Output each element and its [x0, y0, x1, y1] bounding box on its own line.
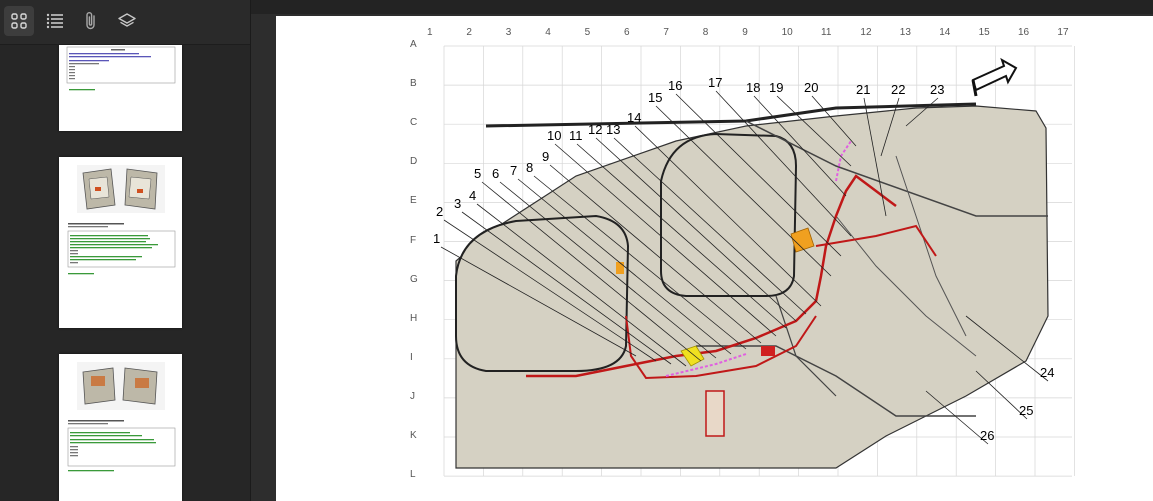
- callout-number: 21: [856, 82, 871, 97]
- callout-number: 18: [746, 80, 761, 95]
- grid-column-label: 5: [584, 27, 591, 38]
- outline-button[interactable]: [40, 6, 70, 36]
- callout-number: 25: [1019, 403, 1034, 418]
- grid-column-label: 2: [466, 27, 472, 38]
- viewer-top-strip: [251, 0, 1153, 14]
- callout-number: 3: [454, 196, 462, 211]
- callout-number: 6: [492, 166, 500, 181]
- grid-row-label: H: [410, 312, 418, 324]
- page-thumbnail-preview: [67, 362, 176, 472]
- callout-number: 15: [648, 90, 663, 105]
- callout-number: 11: [569, 128, 583, 143]
- callout-number: 19: [769, 80, 784, 95]
- callout-number: 2: [436, 204, 444, 219]
- callout-number: 14: [627, 110, 642, 125]
- grid-row-label: L: [410, 469, 416, 481]
- outline-icon: [46, 13, 63, 29]
- grid-row-label: I: [410, 351, 413, 363]
- grid-column-label: 6: [624, 27, 630, 38]
- callout-number: 7: [510, 163, 518, 178]
- sidebar-toolbar: [0, 0, 250, 45]
- grid-column-label: 10: [781, 27, 793, 38]
- attachments-button[interactable]: [76, 6, 106, 36]
- callout-number: 12: [588, 122, 603, 137]
- page-thumbnail-preview: [67, 165, 176, 275]
- callout-number: 1: [433, 231, 441, 246]
- grid-column-label: 14: [939, 27, 951, 38]
- thumbnail-sidebar: [0, 0, 251, 501]
- callout-number: 23: [930, 82, 945, 97]
- grid-row-label: D: [410, 156, 418, 168]
- callout-number: 13: [606, 122, 621, 137]
- callout-number: 26: [980, 428, 995, 443]
- harness-component-red: [761, 346, 775, 356]
- vehicle-door-opening: [455, 214, 630, 372]
- grid-row-label: C: [410, 117, 418, 129]
- callout-number: 9: [542, 149, 550, 164]
- grid-column-label: 17: [1057, 27, 1069, 38]
- page-thumbnail[interactable]: [59, 45, 182, 131]
- grid-column-label: 1: [427, 27, 433, 38]
- thumbnail-list: [0, 45, 250, 501]
- callout-number: 5: [474, 166, 482, 181]
- callout-number: 17: [708, 75, 723, 90]
- grid-column-label: 3: [505, 27, 512, 38]
- grid-row-label: K: [410, 430, 417, 441]
- grid-row-label: E: [410, 195, 417, 207]
- layers-button[interactable]: [112, 6, 142, 36]
- grid-column-label: 11: [821, 27, 832, 38]
- thumbnails-button[interactable]: [4, 6, 34, 36]
- grid-row-label: B: [410, 78, 417, 90]
- layers-icon: [118, 13, 136, 27]
- callout-number: 4: [469, 188, 477, 203]
- grid-column-label: 16: [1018, 27, 1030, 38]
- thumbnails-icon: [11, 13, 27, 29]
- vehicle-window-opening: [660, 132, 798, 297]
- grid-column-label: 7: [663, 27, 669, 38]
- page-thumbnail[interactable]: [59, 157, 182, 328]
- grid-column-label: 4: [545, 27, 551, 38]
- callout-number: 22: [891, 82, 906, 97]
- grid-column-label: 12: [860, 27, 872, 38]
- attachments-icon: [86, 12, 95, 30]
- harness-connector: [705, 390, 725, 437]
- grid-column-label: 15: [978, 27, 990, 38]
- callout-number: 24: [1040, 365, 1055, 380]
- callout-number: 16: [668, 78, 683, 93]
- grid-column-label: 8: [702, 27, 709, 38]
- grid-row-label: G: [410, 273, 418, 285]
- callout-number: 20: [804, 80, 819, 95]
- grid-row-label: A: [410, 39, 417, 50]
- callout-number: 8: [526, 160, 534, 175]
- front-direction-arrow: [971, 57, 1018, 92]
- document-viewer: 1 2 3 4 5 6 7 8 9 10 11 12 13 14 15 16 17 A B C D E F G H I J K L 1 2 3…: [251, 0, 1153, 501]
- harness-component-orange: [616, 262, 624, 274]
- page-thumbnail[interactable]: [59, 354, 182, 501]
- grid-row-label: F: [410, 234, 417, 246]
- callout-number: 10: [547, 128, 562, 143]
- grid-column-label: 9: [742, 27, 748, 38]
- page-thumbnail-preview: [66, 46, 176, 91]
- grid-column-label: 13: [899, 27, 911, 38]
- grid-row-label: J: [410, 390, 415, 402]
- document-page: 1 2 3 4 5 6 7 8 9 10 11 12 13 14 15 16 17 A B C D E F G H I J K L 1 2 3…: [276, 16, 1153, 501]
